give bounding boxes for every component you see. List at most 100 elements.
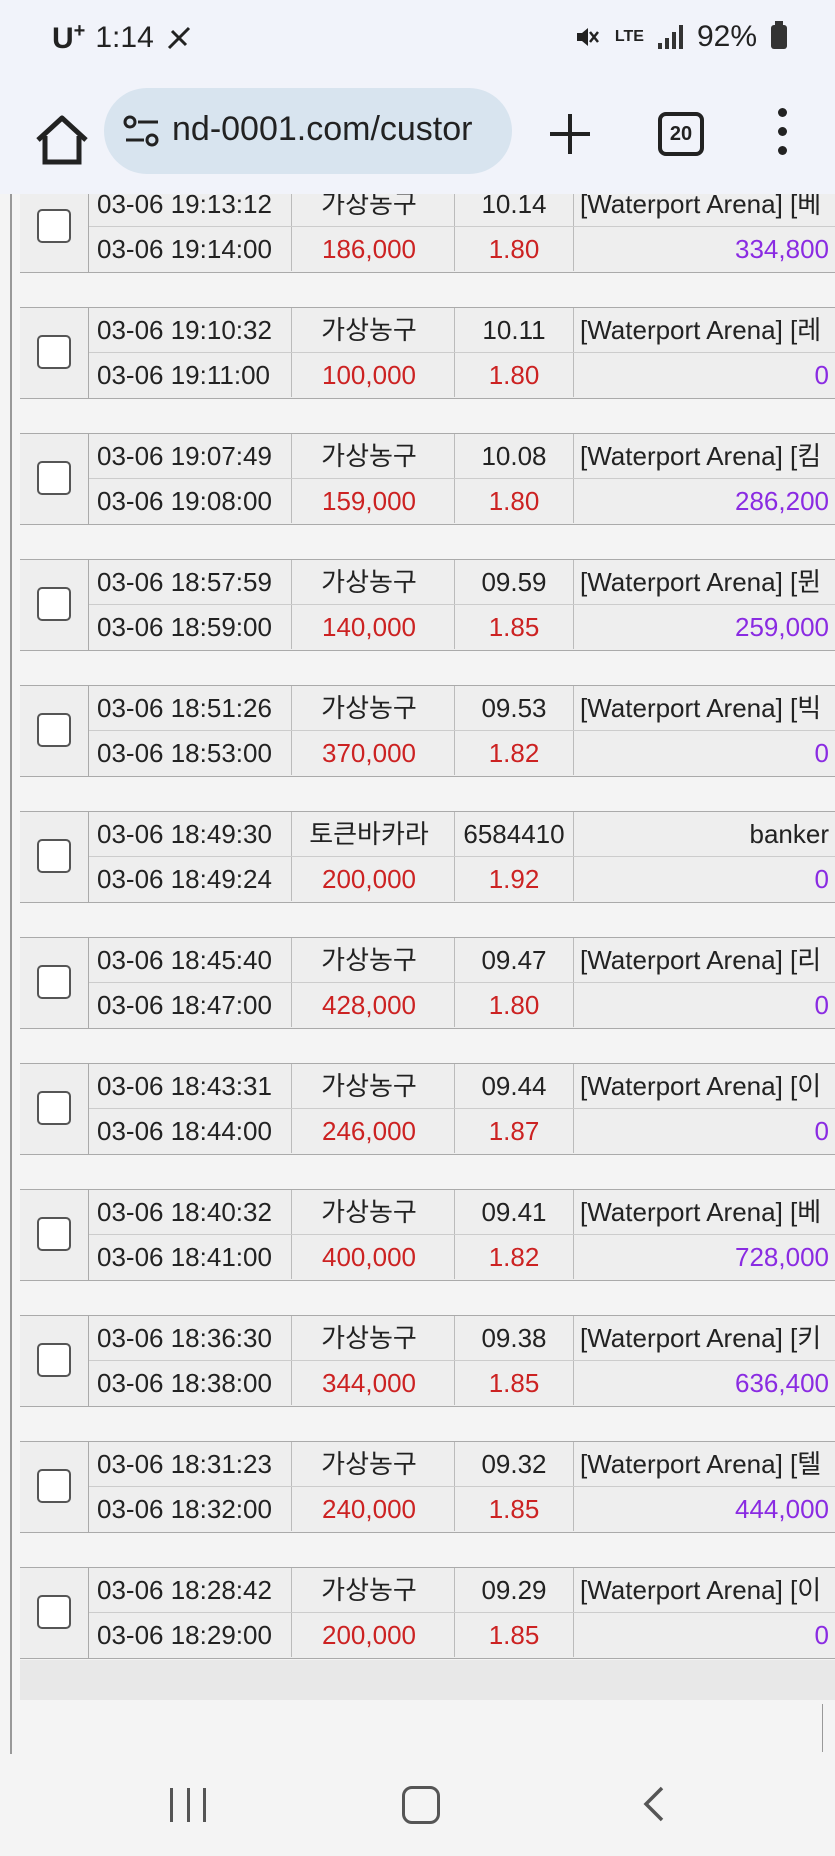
row-line-top: 03-06 18:36:30 가상농구 09.38 [Waterport Arena]… <box>89 1316 835 1361</box>
row-line-bottom: 03-06 18:47:00 428,000 1.80 0 <box>89 983 835 1027</box>
bet-time: 03-06 19:13:12 <box>89 194 292 226</box>
row-checkbox[interactable] <box>37 1091 71 1125</box>
payout-amount: 0 <box>814 360 829 390</box>
game-time: 03-06 18:49:24 <box>89 857 292 901</box>
bet-amount: 200,000 <box>284 857 455 901</box>
round-code: 09.29 <box>455 1568 574 1612</box>
bet-row: 03-06 18:28:42 가상농구 09.29 [Waterport Arena]… <box>20 1567 835 1659</box>
bet-amount: 200,000 <box>284 1613 455 1657</box>
payout-amount: 0 <box>814 1620 829 1650</box>
status-right: LTE 92% <box>573 20 787 54</box>
silent-tools-icon <box>167 26 190 50</box>
game-name: 토큰바카라 <box>284 812 455 856</box>
row-checkbox[interactable] <box>37 1217 71 1251</box>
row-line-top: 03-06 18:45:40 가상농구 09.47 [Waterport Arena]… <box>89 938 835 983</box>
tab-switcher-button[interactable]: 20 <box>658 112 704 156</box>
select-cell <box>20 560 89 650</box>
bet-amount: 100,000 <box>284 353 455 397</box>
row-checkbox[interactable] <box>37 1343 71 1377</box>
back-icon[interactable] <box>638 1784 668 1824</box>
row-line-bottom: 03-06 18:29:00 200,000 1.85 0 <box>89 1613 835 1657</box>
row-checkbox[interactable] <box>37 1595 71 1629</box>
game-name: 가상농구 <box>284 1442 455 1486</box>
payout-amount: 636,400 <box>735 1368 829 1398</box>
site-settings-icon[interactable] <box>122 114 162 148</box>
bet-time: 03-06 18:57:59 <box>89 560 292 604</box>
bet-odds: 1.87 <box>455 1109 574 1153</box>
game-time: 03-06 18:38:00 <box>89 1361 292 1405</box>
bet-amount: 159,000 <box>284 479 455 523</box>
select-cell <box>20 434 89 524</box>
game-time: 03-06 18:41:00 <box>89 1235 292 1279</box>
bet-row: 03-06 18:43:31 가상농구 09.44 [Waterport Arena]… <box>20 1063 835 1155</box>
bet-time: 03-06 19:07:49 <box>89 434 292 478</box>
network-label: LTE <box>614 28 644 45</box>
list-footer <box>20 1660 835 1700</box>
game-time: 03-06 18:59:00 <box>89 605 292 649</box>
bet-amount: 186,000 <box>284 227 455 271</box>
home-icon[interactable] <box>30 108 94 172</box>
round-code: 09.59 <box>455 560 574 604</box>
payout-amount: 728,000 <box>735 1242 829 1272</box>
bet-description: [Waterport Arena] [베 <box>580 1197 822 1227</box>
row-line-top: 03-06 19:10:32 가상농구 10.11 [Waterport Arena]… <box>89 308 835 353</box>
home-nav-icon[interactable] <box>402 1786 440 1824</box>
payout-amount: 259,000 <box>735 612 829 642</box>
game-name: 가상농구 <box>284 308 455 352</box>
row-checkbox[interactable] <box>37 965 71 999</box>
row-checkbox[interactable] <box>37 209 71 243</box>
bet-odds: 1.82 <box>455 1235 574 1279</box>
row-checkbox[interactable] <box>37 587 71 621</box>
bet-odds: 1.92 <box>455 857 574 901</box>
game-name: 가상농구 <box>284 1190 455 1234</box>
bet-description: [Waterport Arena] [이 <box>580 1575 822 1605</box>
bet-amount: 140,000 <box>284 605 455 649</box>
payout-amount: 286,200 <box>735 486 829 516</box>
bet-row: 03-06 18:51:26 가상농구 09.53 [Waterport Arena]… <box>20 685 835 777</box>
bet-amount: 246,000 <box>284 1109 455 1153</box>
round-code: 09.32 <box>455 1442 574 1486</box>
bet-row: 03-06 18:36:30 가상농구 09.38 [Waterport Arena]… <box>20 1315 835 1407</box>
row-checkbox[interactable] <box>37 1469 71 1503</box>
row-checkbox[interactable] <box>37 461 71 495</box>
row-checkbox[interactable] <box>37 839 71 873</box>
system-nav-bar <box>0 1754 835 1856</box>
payout-amount: 334,800 <box>735 234 829 264</box>
round-code: 09.53 <box>455 686 574 730</box>
bet-odds: 1.85 <box>455 1361 574 1405</box>
select-cell <box>20 194 89 272</box>
select-cell <box>20 308 89 398</box>
url-text[interactable]: nd-0001.com/custor <box>172 110 508 149</box>
game-time: 03-06 18:44:00 <box>89 1109 292 1153</box>
row-checkbox[interactable] <box>37 335 71 369</box>
payout-amount: 444,000 <box>735 1494 829 1524</box>
new-tab-icon[interactable] <box>548 112 592 156</box>
row-line-bottom: 03-06 18:53:00 370,000 1.82 0 <box>89 731 835 775</box>
round-code: 09.38 <box>455 1316 574 1360</box>
status-bar: U+ 1:14 LTE 92% <box>0 0 835 86</box>
round-code: 10.11 <box>455 308 574 352</box>
more-menu-icon[interactable] <box>772 108 792 164</box>
row-checkbox[interactable] <box>37 713 71 747</box>
bet-description: [Waterport Arena] [레 <box>580 315 822 345</box>
bet-time: 03-06 18:49:30 <box>89 812 292 856</box>
game-time: 03-06 19:11:00 <box>89 353 292 397</box>
bet-odds: 1.82 <box>455 731 574 775</box>
row-line-top: 03-06 18:43:31 가상농구 09.44 [Waterport Arena]… <box>89 1064 835 1109</box>
bet-history-content: 03-06 19:13:12 가상농구 10.14 [Waterport Arena]… <box>0 194 835 1754</box>
game-name: 가상농구 <box>284 686 455 730</box>
bet-row: 03-06 18:45:40 가상농구 09.47 [Waterport Arena]… <box>20 937 835 1029</box>
row-line-top: 03-06 18:31:23 가상농구 09.32 [Waterport Arena]… <box>89 1442 835 1487</box>
game-name: 가상농구 <box>284 560 455 604</box>
row-line-top: 03-06 18:57:59 가상농구 09.59 [Waterport Arena]… <box>89 560 835 605</box>
select-cell <box>20 1442 89 1532</box>
payout-amount: 0 <box>814 1116 829 1146</box>
payout-amount: 0 <box>814 990 829 1020</box>
address-bar[interactable]: nd-0001.com/custor <box>104 88 512 174</box>
recent-apps-icon[interactable] <box>170 1788 206 1822</box>
bet-row: 03-06 18:49:30 토큰바카라 6584410 banker 03-06 18… <box>20 811 835 903</box>
browser-toolbar: nd-0001.com/custor 20 <box>0 86 835 194</box>
bet-description: [Waterport Arena] [뮌 <box>580 567 822 597</box>
select-cell <box>20 1568 89 1658</box>
battery-percent: 92% <box>696 20 757 53</box>
